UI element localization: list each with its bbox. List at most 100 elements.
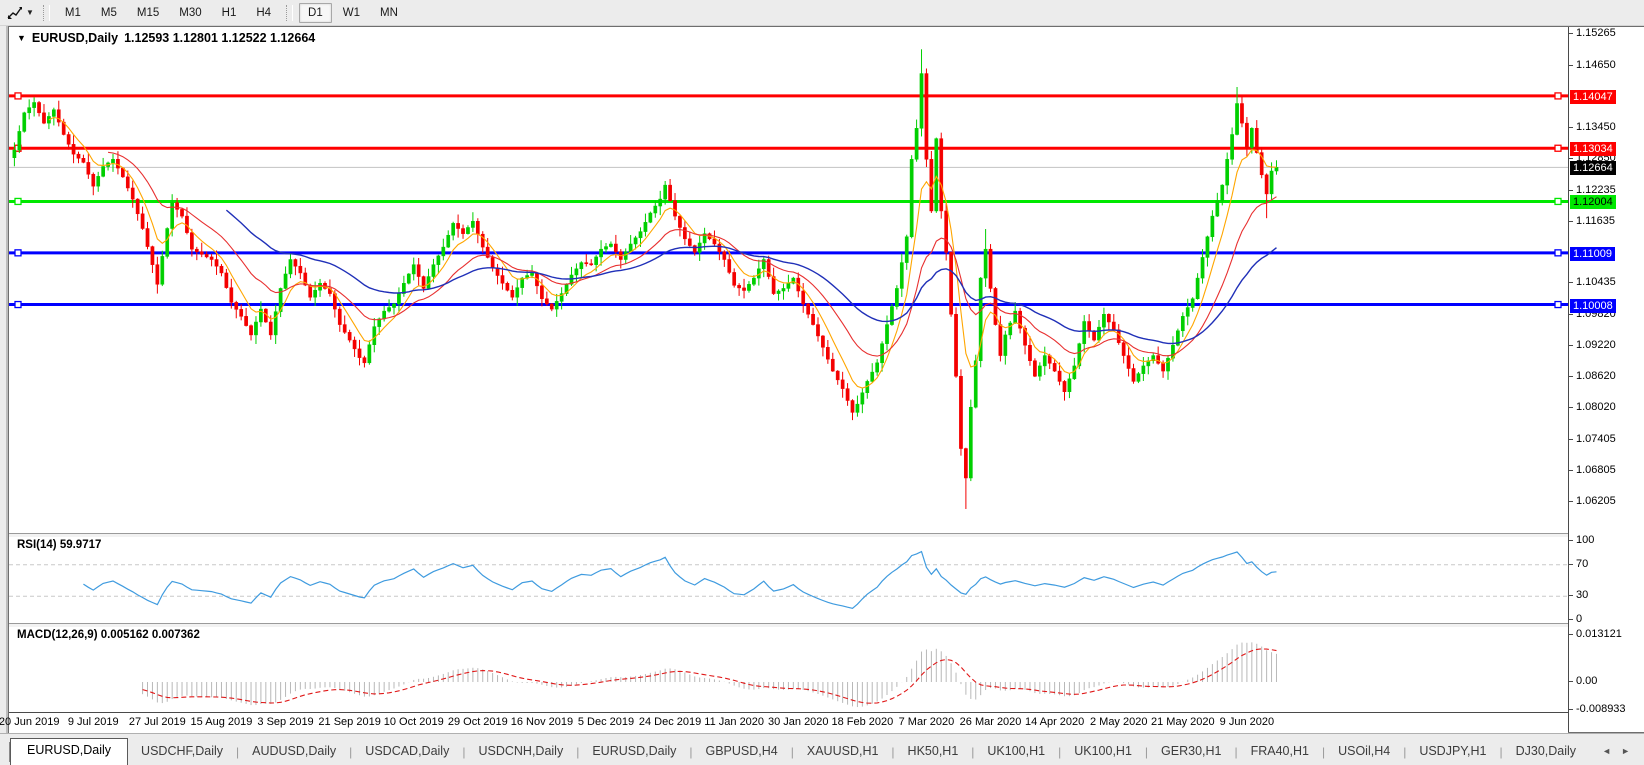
macd-panel[interactable] — [9, 626, 1568, 712]
hline-handle[interactable] — [1554, 92, 1562, 100]
hline-handle[interactable] — [1554, 249, 1562, 257]
bull-candle — [914, 128, 919, 160]
rsi-tick: 0 — [1567, 613, 1583, 625]
panel-splitter-rsi[interactable] — [9, 533, 1643, 538]
timeframe-button-h4[interactable]: H4 — [247, 3, 280, 23]
bull-candle — [530, 272, 534, 276]
chart-tab-uk100-h1[interactable]: UK100,H1 — [1061, 740, 1145, 764]
timeframe-button-h1[interactable]: H1 — [213, 3, 246, 23]
date-label: 7 Mar 2020 — [898, 716, 955, 728]
tool-dropdown-caret-icon[interactable]: ▼ — [26, 8, 34, 17]
chart-tab-usdjpy-h1[interactable]: USDJPY,H1 — [1406, 740, 1499, 764]
price-tick: 1.13450 — [1568, 120, 1616, 133]
bull-candle — [895, 288, 899, 307]
chart-tab-usdchf-daily[interactable]: USDCHF,Daily — [128, 740, 236, 764]
level-price-badge: 1.12004 — [1570, 195, 1616, 210]
chart-tab-usdcad-daily[interactable]: USDCAD,Daily — [352, 740, 462, 764]
hline-handle[interactable] — [14, 300, 22, 309]
chart-symbol-period: EURUSD,Daily — [31, 31, 119, 45]
bear-candle — [298, 265, 303, 274]
bear-candle — [71, 144, 76, 155]
timeframe-button-m1[interactable]: M1 — [56, 3, 90, 23]
bear-candle — [1245, 122, 1249, 148]
date-label: 14 Apr 2020 — [1024, 716, 1085, 728]
bull-candle — [32, 102, 36, 108]
bull-candle — [1008, 322, 1013, 336]
hline-handle[interactable] — [1554, 144, 1562, 152]
bear-candle — [540, 285, 544, 300]
bull-candle — [411, 264, 416, 275]
bear-candle — [347, 332, 352, 341]
chart-tab-audusd-daily[interactable]: AUDUSD,Daily — [239, 740, 349, 764]
bear-candle — [954, 314, 958, 377]
date-axis: 20 Jun 2019 9 Jul 2019 27 Jul 2019 15 Aug 2… — [0, 712, 1568, 734]
chart-tab-dj30-daily[interactable]: DJ30,Daily — [1503, 740, 1589, 764]
polyline-tool-icon[interactable] — [4, 4, 26, 22]
timeframe-button-d1[interactable]: D1 — [299, 2, 332, 23]
tab-scroll-left-icon[interactable]: ◄ — [1602, 746, 1611, 756]
bear-candle — [1254, 128, 1259, 153]
bear-candle — [342, 324, 347, 333]
bear-candle — [835, 370, 840, 381]
timeframe-button-mn[interactable]: MN — [371, 3, 407, 23]
date-label: 9 Jul 2019 — [67, 716, 119, 728]
chart-tab-gbpusd-h4[interactable]: GBPUSD,H4 — [693, 740, 791, 764]
hline-handle[interactable] — [14, 197, 22, 206]
chart-tab-eurusd-daily[interactable]: EURUSD,Daily — [579, 740, 689, 764]
bear-candle — [337, 308, 342, 325]
bear-candle — [66, 134, 71, 145]
timeframe-button-m30[interactable]: M30 — [170, 3, 210, 23]
tabbar-grip — [0, 742, 10, 762]
chart-tab-uk100-h1[interactable]: UK100,H1 — [974, 740, 1058, 764]
hline-handle[interactable] — [1554, 300, 1562, 309]
macd-label: MACD(12,26,9) 0.005162 0.007362 — [17, 629, 200, 641]
hline-handle[interactable] — [1554, 197, 1562, 206]
bear-candle — [549, 303, 554, 310]
price-axis[interactable]: 1.15265 1.14650 1.13450 1.12850 1.12235 1.116… — [1567, 27, 1644, 732]
date-label: 11 Jan 2020 — [704, 716, 765, 728]
chart-tab-eurusd-daily[interactable]: EURUSD,Daily — [10, 738, 129, 765]
bull-candle — [111, 159, 115, 164]
chart-tab-usoil-h4[interactable]: USOil,H4 — [1325, 740, 1403, 764]
bull-candle — [1097, 326, 1101, 341]
rsi-panel[interactable] — [9, 536, 1568, 623]
timeframe-button-w1[interactable]: W1 — [334, 3, 369, 23]
timeframe-button-m5[interactable]: M5 — [92, 3, 126, 23]
macd-tick: 0.013121 — [1568, 628, 1622, 640]
timeframe-button-m15[interactable]: M15 — [128, 3, 168, 23]
bear-candle — [771, 276, 776, 294]
chart-tab-hk50-h1[interactable]: HK50,H1 — [895, 740, 972, 764]
bull-candle — [1230, 134, 1234, 160]
bull-candle — [1003, 334, 1008, 356]
bear-candle — [1107, 314, 1111, 323]
hline-handle[interactable] — [14, 249, 22, 257]
bear-candle — [1156, 355, 1161, 364]
bear-candle — [1131, 368, 1136, 382]
bear-candle — [150, 246, 155, 265]
bull-candle — [633, 237, 638, 245]
bear-candle — [244, 316, 248, 326]
bull-candle — [382, 310, 386, 320]
price-tick: 1.12235 — [1568, 183, 1616, 196]
panel-splitter-macd[interactable] — [9, 623, 1643, 628]
bear-candle — [91, 174, 96, 187]
chart-tab-fra40-h1[interactable]: FRA40,H1 — [1238, 740, 1322, 764]
bear-candle — [732, 272, 737, 286]
bear-candle — [86, 162, 91, 175]
bull-candle — [638, 231, 643, 239]
bull-candle — [870, 371, 875, 382]
bull-candle — [653, 205, 658, 214]
price-tick: 1.15265 — [1568, 27, 1616, 39]
chart-menu-triangle-icon[interactable]: ▼ — [17, 33, 26, 43]
bear-candle — [116, 159, 120, 169]
bull-candle — [1235, 103, 1239, 135]
bull-candle — [446, 234, 451, 248]
hline-handle[interactable] — [14, 92, 22, 100]
tab-scroll-right-icon[interactable]: ► — [1621, 746, 1630, 756]
chart-tab-xauusd-h1[interactable]: XAUUSD,H1 — [794, 740, 892, 764]
current-price-badge: 1.12664 — [1570, 161, 1616, 176]
chart-tab-ger30-h1[interactable]: GER30,H1 — [1148, 740, 1234, 764]
chart-tab-usdcnh-daily[interactable]: USDCNH,Daily — [465, 740, 576, 764]
bear-candle — [1057, 370, 1062, 382]
price-chart[interactable] — [9, 27, 1568, 533]
